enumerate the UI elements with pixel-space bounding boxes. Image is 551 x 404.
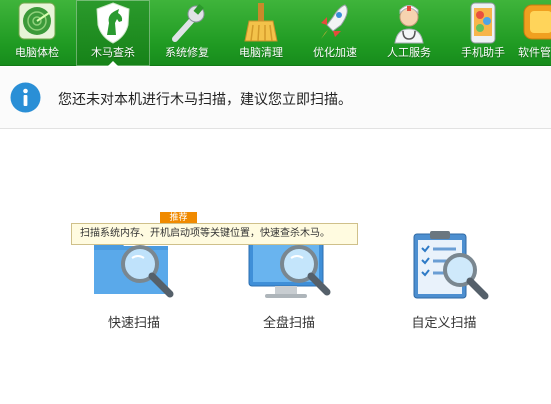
- info-icon: [10, 82, 41, 113]
- tab-label: 人工服务: [387, 46, 431, 59]
- scan-notice-bar: 您还未对本机进行木马扫描，建议您立即扫描。: [0, 67, 551, 129]
- tab-label: 电脑体检: [15, 46, 59, 59]
- tab-system-repair[interactable]: 系统修复: [150, 0, 224, 66]
- broom-icon: [244, 3, 278, 42]
- tab-optimize-speedup[interactable]: 优化加速: [298, 0, 372, 66]
- tab-computer-cleanup[interactable]: 电脑清理: [224, 0, 298, 66]
- tab-phone-assistant[interactable]: 手机助手: [446, 0, 520, 66]
- main-toolbar: 电脑体检 木马查杀 系统修复 电脑清理 优化加速 人工服务 手机助手 软件管: [0, 0, 551, 67]
- tab-label: 手机助手: [461, 46, 505, 59]
- phone-icon: [470, 2, 496, 44]
- custom-scan-label: 自定义扫描: [411, 316, 477, 331]
- tab-label: 电脑清理: [239, 46, 283, 59]
- quick-scan-tooltip: 扫描系统内存、开机启动项等关键位置，快速查杀木马。: [71, 223, 358, 245]
- quick-scan-label: 快速扫描: [107, 316, 160, 331]
- tab-label: 软件管: [518, 46, 551, 59]
- tab-trojan-scan[interactable]: 木马查杀: [76, 0, 150, 67]
- full-scan-label: 全盘扫描: [262, 316, 315, 331]
- doctor-icon: [394, 5, 424, 44]
- tab-human-service[interactable]: 人工服务: [372, 0, 446, 66]
- tab-computer-checkup[interactable]: 电脑体检: [0, 0, 74, 66]
- tab-label: 优化加速: [313, 46, 357, 59]
- custom-scan-button[interactable]: 自定义扫描: [384, 228, 504, 338]
- clipboard-magnifier-icon: [413, 231, 489, 300]
- notice-message: 您还未对本机进行木马扫描，建议您立即扫描。: [58, 92, 352, 108]
- tab-label: 系统修复: [165, 46, 209, 59]
- horse-shield-icon: [96, 2, 130, 44]
- wrench-icon: [172, 4, 205, 42]
- radar-icon: [18, 2, 56, 40]
- rocket-icon: [321, 4, 348, 39]
- software-icon: [523, 4, 551, 40]
- tab-software-manager[interactable]: 软件管: [512, 0, 551, 66]
- tab-label: 木马查杀: [91, 46, 135, 59]
